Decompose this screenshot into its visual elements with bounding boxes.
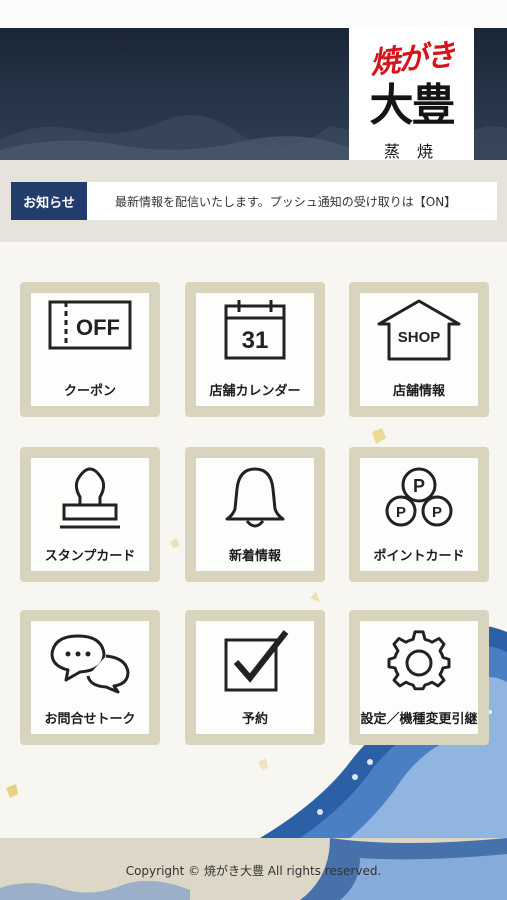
copyright-text: Copyright © 焼がき大豊 All rights reserved.: [125, 864, 382, 878]
tile-label: 店舗情報: [392, 384, 445, 399]
svg-text:SHOP: SHOP: [398, 329, 441, 346]
tile-label: ポイントカード: [373, 549, 465, 564]
menu-tile-coupon[interactable]: OFF クーポン: [20, 282, 160, 417]
tile-label: クーポン: [63, 384, 116, 399]
logo-sub-text: 蒸 焼: [383, 142, 440, 160]
status-strip: [0, 0, 507, 28]
menu-tile-reservation[interactable]: 予約: [185, 610, 325, 745]
svg-text:P: P: [396, 504, 406, 521]
points-icon: P P P: [349, 465, 489, 531]
svg-text:P: P: [432, 504, 442, 521]
brand-logo[interactable]: 焼がき 大豊 蒸 焼: [349, 28, 474, 160]
menu-tile-news[interactable]: 新着情報: [185, 447, 325, 582]
menu-tile-store-info[interactable]: SHOP 店舗情報: [349, 282, 489, 417]
gear-icon: [349, 630, 489, 694]
menu-area: OFF クーポン 31 店舗カレンダー SHOP 店舗情報 スタンプカード 新着…: [0, 242, 507, 838]
news-ticker[interactable]: お知らせ 最新情報を配信いたします。プッシュ通知の受け取りは【ON】: [11, 182, 497, 220]
bell-icon: [185, 465, 325, 531]
menu-tile-contact-talk[interactable]: お問合せトーク: [20, 610, 160, 745]
menu-tile-store-calendar[interactable]: 31 店舗カレンダー: [185, 282, 325, 417]
logo-main-text: 大豊: [369, 80, 456, 131]
menu-tile-stamp-card[interactable]: スタンプカード: [20, 447, 160, 582]
svg-text:31: 31: [242, 327, 269, 354]
chat-bubbles-icon: [20, 632, 160, 694]
tile-label: お問合せトーク: [44, 712, 136, 727]
footer: Copyright © 焼がき大豊 All rights reserved.: [0, 838, 507, 900]
news-label: お知らせ: [11, 182, 87, 220]
news-text: 最新情報を配信いたします。プッシュ通知の受け取りは【ON】: [115, 194, 457, 209]
calendar-icon: 31: [185, 298, 325, 362]
stamp-icon: [20, 467, 160, 531]
coupon-off-icon: OFF: [20, 298, 160, 352]
svg-text:OFF: OFF: [76, 315, 120, 340]
tile-label: スタンプカード: [44, 549, 136, 564]
tile-label: 店舗カレンダー: [209, 384, 301, 399]
tile-label: 予約: [241, 712, 268, 727]
header-banner: 焼がき 大豊 蒸 焼: [0, 0, 507, 160]
tile-label: 新着情報: [228, 549, 281, 564]
logo-top-text: 焼がき: [367, 37, 456, 82]
menu-tile-point-card[interactable]: P P P ポイントカード: [349, 447, 489, 582]
checkbox-icon: [185, 628, 325, 694]
menu-tile-settings[interactable]: 設定／機種変更引継: [349, 610, 489, 745]
tile-label: 設定／機種変更引継: [360, 712, 478, 727]
svg-text:P: P: [413, 476, 425, 496]
news-bar: お知らせ 最新情報を配信いたします。プッシュ通知の受け取りは【ON】: [0, 160, 507, 242]
shop-icon: SHOP: [349, 298, 489, 362]
